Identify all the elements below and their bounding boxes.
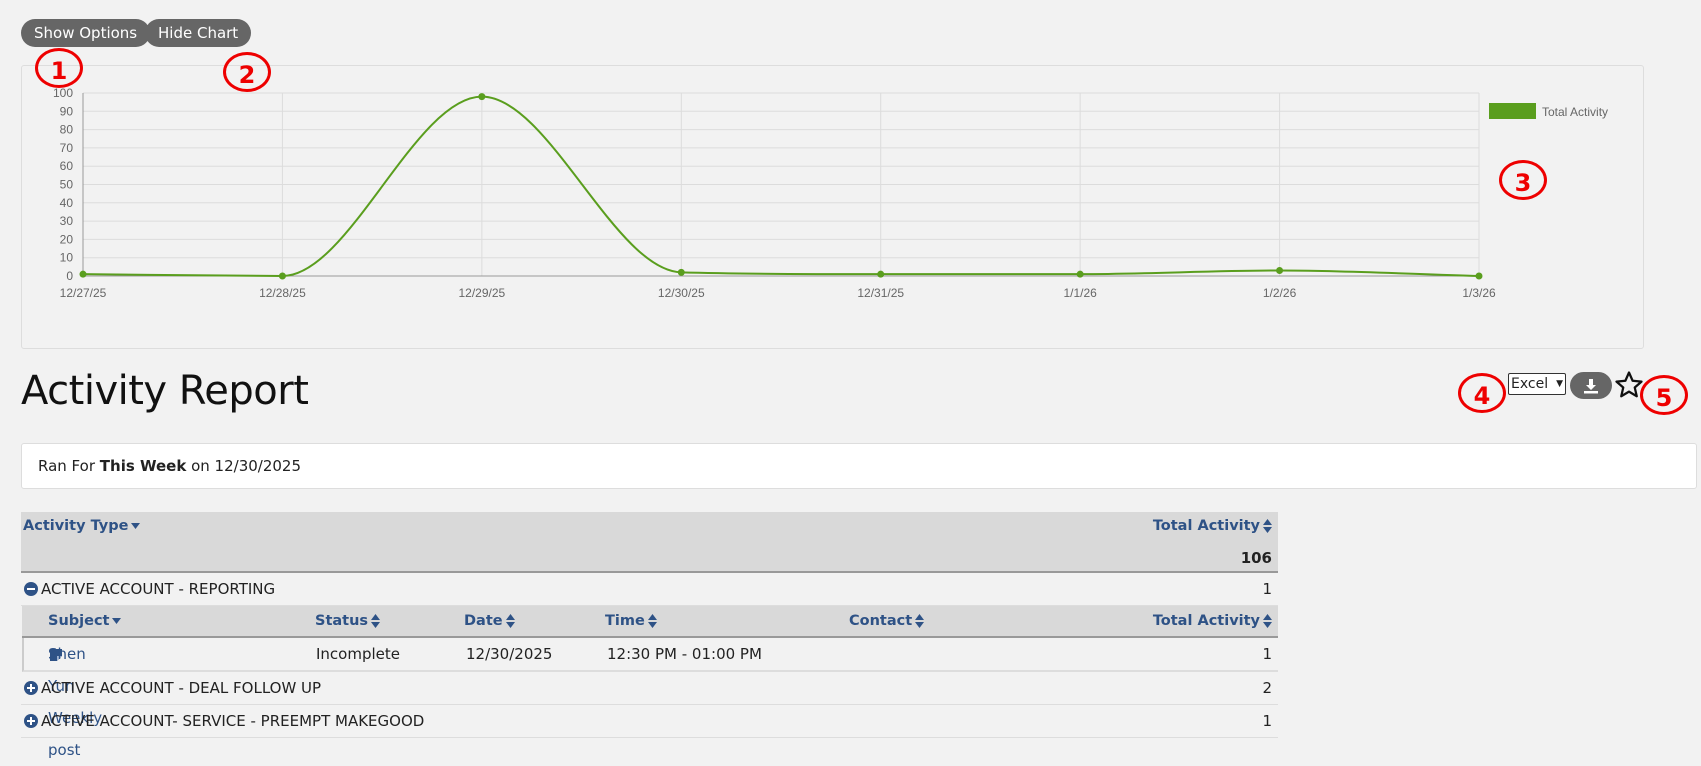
sub-table-header: Subject Status Date Time Contact Total A… (22, 606, 1278, 638)
data-point (677, 268, 685, 276)
y-tick-label: 80 (60, 123, 74, 137)
table-row: Shen Yun Weekly post Incomplete 12/30/20… (22, 638, 1278, 759)
x-tick-label: 12/28/25 (259, 286, 306, 300)
col-contact-label: Contact (849, 613, 913, 629)
total-cell: 1 (1262, 645, 1272, 663)
y-tick-label: 40 (60, 196, 74, 210)
page-title: Activity Report (21, 368, 309, 414)
y-tick-label: 90 (60, 104, 74, 118)
sort-total-activity[interactable]: Total Activity (1153, 518, 1272, 534)
group-label: ACTIVE ACCOUNT- SERVICE - PREEMPT MAKEGO… (41, 712, 425, 730)
group-row-reporting[interactable]: ACTIVE ACCOUNT - REPORTING 1 (21, 573, 1278, 606)
y-tick-label: 50 (60, 178, 74, 192)
annotation-marker-2: 2 (223, 52, 271, 92)
y-tick-label: 10 (60, 251, 74, 265)
time-cell: 12:30 PM - 01:00 PM (607, 645, 762, 663)
subject-link[interactable]: Shen Yun Weekly post (48, 638, 102, 759)
sort-desc-icon (112, 618, 122, 624)
y-tick-label: 60 (60, 159, 74, 173)
show-options-button[interactable]: Show Options (21, 19, 151, 47)
col-subject-label: Subject (48, 613, 110, 629)
legend-swatch (1489, 103, 1536, 119)
sort-both-icon (371, 614, 381, 628)
sort-desc-icon (131, 523, 141, 529)
sort-both-icon (915, 614, 925, 628)
y-tick-label: 0 (66, 269, 73, 283)
data-point (278, 272, 286, 280)
sort-both-icon (1263, 519, 1272, 533)
hide-chart-button[interactable]: Hide Chart (145, 19, 252, 47)
download-button[interactable] (1570, 372, 1612, 399)
ran-prefix: Ran For (38, 457, 95, 475)
export-format-value: Excel (1511, 376, 1549, 392)
ran-period: This Week (99, 457, 187, 475)
x-tick-label: 1/2/26 (1263, 286, 1297, 300)
sort-subject[interactable]: Subject (48, 606, 122, 636)
sort-contact[interactable]: Contact (849, 606, 925, 636)
x-tick-label: 12/27/25 (60, 286, 107, 300)
data-point (1076, 270, 1084, 278)
annotation-marker-1: 1 (35, 48, 83, 88)
download-icon (1584, 378, 1598, 393)
sort-time[interactable]: Time (605, 606, 657, 636)
annotation-marker-5: 5 (1640, 375, 1688, 415)
chevron-down-icon: ▼ (1556, 379, 1563, 389)
col-total-activity-label: Total Activity (1152, 518, 1260, 534)
group-total: 2 (1262, 679, 1272, 697)
run-info-box: Ran For This Week on 12/30/2025 (21, 443, 1697, 489)
x-tick-label: 1/3/26 (1462, 286, 1496, 300)
sort-status[interactable]: Status (315, 606, 381, 636)
chart-panel: 0 10 20 30 40 50 60 70 80 90 100 12/27/25 12/28/25 12… (21, 65, 1644, 349)
data-point (478, 93, 486, 101)
x-tick-label: 12/31/25 (857, 286, 904, 300)
x-tick-label: 12/30/25 (658, 286, 705, 300)
sort-date[interactable]: Date (464, 606, 515, 636)
data-point (1475, 272, 1483, 280)
data-point (1276, 267, 1284, 275)
expand-icon[interactable] (24, 714, 38, 728)
favorite-star-icon[interactable] (1614, 370, 1644, 400)
annotation-marker-4: 4 (1458, 373, 1506, 413)
ran-date: on 12/30/2025 (191, 457, 302, 475)
y-tick-label: 30 (60, 214, 74, 228)
y-tick-label: 20 (60, 232, 74, 246)
collapse-icon[interactable] (24, 582, 38, 596)
group-row-preempt-makegood[interactable]: ACTIVE ACCOUNT- SERVICE - PREEMPT MAKEGO… (21, 705, 1278, 738)
group-label: ACTIVE ACCOUNT - REPORTING (41, 580, 276, 598)
group-row-deal-follow-up[interactable]: ACTIVE ACCOUNT - DEAL FOLLOW UP 2 (21, 672, 1278, 705)
expand-icon[interactable] (24, 681, 38, 695)
series-line-total-activity (82, 95, 1480, 278)
col-time-label: Time (605, 613, 645, 629)
sort-activity-type[interactable]: Activity Type (23, 518, 141, 534)
table-header: Activity Type Total Activity 106 (21, 512, 1278, 573)
sort-both-icon (505, 614, 515, 628)
status-cell: Incomplete (316, 645, 400, 663)
group-total: 1 (1262, 580, 1272, 598)
x-tick-label: 12/29/25 (458, 286, 505, 300)
group-label: ACTIVE ACCOUNT - DEAL FOLLOW UP (41, 679, 322, 697)
y-tick-label: 70 (60, 141, 74, 155)
group-total: 1 (1262, 712, 1272, 730)
report-table: Activity Type Total Activity 106 ACTIVE … (21, 512, 1278, 759)
sort-sub-total[interactable]: Total Activity (1153, 606, 1272, 636)
annotation-marker-3: 3 (1499, 160, 1547, 200)
col-status-label: Status (315, 613, 369, 629)
sort-both-icon (1263, 614, 1272, 628)
data-point (79, 270, 87, 278)
col-sub-total-label: Total Activity (1152, 613, 1260, 629)
export-format-select[interactable]: Excel ▼ (1508, 373, 1566, 395)
legend-label: Total Activity (1542, 105, 1608, 119)
grand-total: 106 (1240, 549, 1272, 567)
sort-both-icon (647, 614, 657, 628)
activity-chart: 010203040506070809010012/27/25 12/28/25 12… (53, 86, 1608, 300)
date-cell: 12/30/2025 (466, 645, 553, 663)
col-activity-type-label: Activity Type (23, 518, 129, 534)
col-date-label: Date (464, 613, 503, 629)
data-point (877, 270, 885, 278)
x-tick-label: 1/1/26 (1063, 286, 1097, 300)
